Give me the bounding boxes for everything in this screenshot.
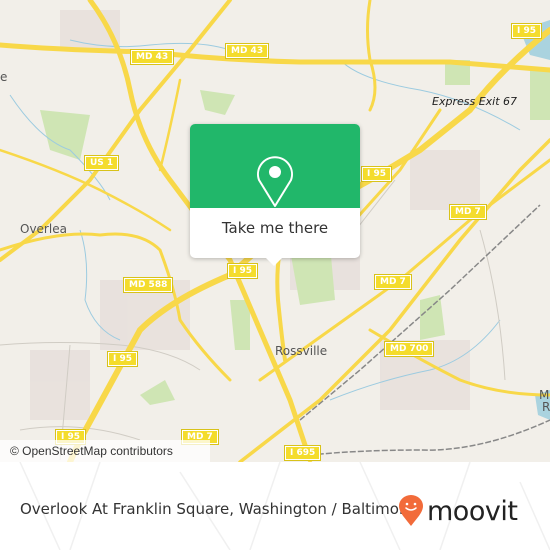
road-shield-md7-b: MD 7 <box>374 274 412 290</box>
place-label-rossville: Rossville <box>275 344 328 358</box>
road-shield-md7-a: MD 7 <box>449 204 487 220</box>
moovit-wordmark: moovit <box>427 495 518 527</box>
popup-pointer <box>266 258 282 266</box>
road-shield-us1: US 1 <box>83 155 120 171</box>
place-label-overlea: Overlea <box>20 222 67 236</box>
moovit-pin-icon <box>399 495 423 526</box>
road-shield-md588: MD 588 <box>122 277 174 293</box>
road-shield-md43-b: MD 43 <box>224 43 270 59</box>
road-shield-i695: I 695 <box>283 445 322 461</box>
map-attribution[interactable]: © OpenStreetMap contributors <box>0 440 210 462</box>
road-shield-i95-left: I 95 <box>106 351 139 367</box>
location-title: Overlook At Franklin Square, Washington … <box>20 500 415 518</box>
take-me-there-popup[interactable]: Take me there <box>190 124 360 266</box>
road-shield-md700: MD 700 <box>383 341 435 357</box>
place-label-express-exit: Express Exit 67 <box>432 95 518 108</box>
map-pin-icon <box>257 156 293 207</box>
road-shield-i95-popup: I 95 <box>226 263 259 279</box>
road-shield-i95-mid: I 95 <box>360 166 393 182</box>
footer: Overlook At Franklin Square, Washington … <box>0 462 550 550</box>
road-shield-md43-a: MD 43 <box>129 49 175 65</box>
place-label-edge-right-2: R <box>542 400 550 414</box>
road-shield-i95-top: I 95 <box>510 23 543 39</box>
place-label-edge-left: e <box>0 70 8 84</box>
map[interactable]: MD 43 MD 43 I 95 US 1 I 95 MD 7 MD 588 I… <box>0 0 550 462</box>
popup-header <box>190 124 360 208</box>
take-me-there-button[interactable]: Take me there <box>190 208 360 258</box>
moovit-logo[interactable]: moovit <box>398 495 518 527</box>
